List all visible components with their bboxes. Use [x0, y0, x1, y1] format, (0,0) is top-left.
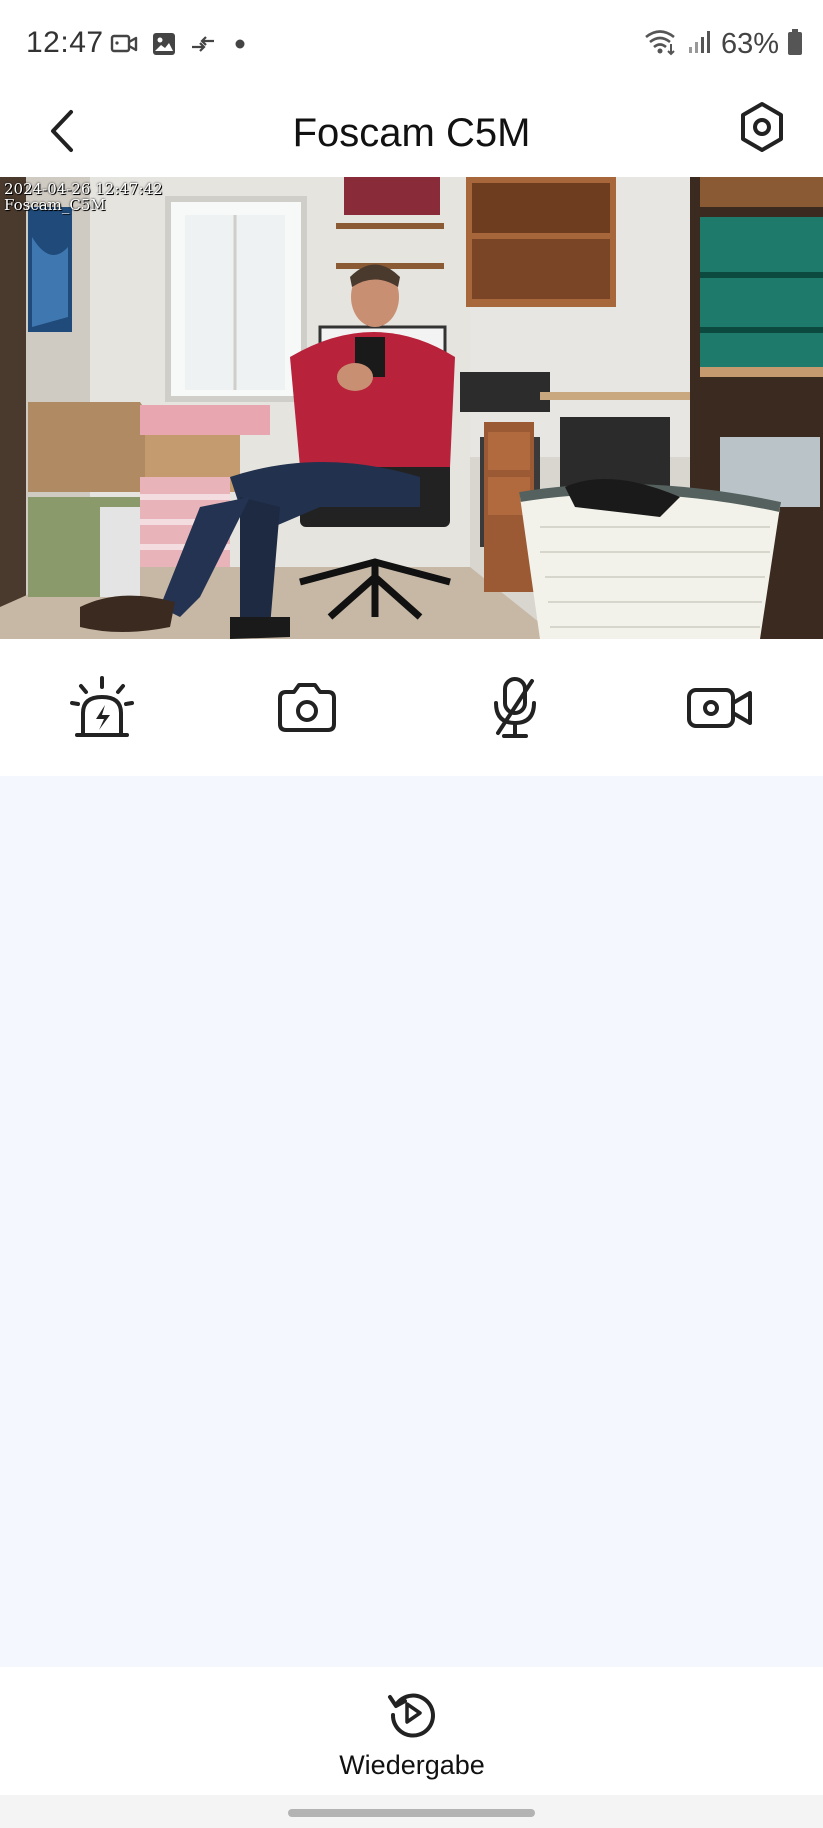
record-button[interactable]: [680, 670, 760, 750]
bottom-navigation: Wiedergabe: [0, 1667, 823, 1795]
playback-button[interactable]: Wiedergabe: [311, 1687, 513, 1787]
playback-label: Wiedergabe: [339, 1750, 485, 1780]
camera-controls: [0, 640, 823, 775]
video-recording-icon: [110, 33, 138, 60]
camera-scene: [0, 177, 823, 639]
signal-icon: [687, 29, 713, 60]
camera-live-screen: 12:47 63% Foscam C5M 2024-04-26 12:47:42…: [0, 0, 823, 1828]
status-time: 12:47: [26, 26, 104, 59]
content-area: [0, 776, 823, 1667]
status-bar: 12:47 63%: [0, 0, 823, 92]
microphone-muted-icon: [490, 675, 540, 746]
home-indicator[interactable]: [288, 1809, 535, 1817]
live-video-feed[interactable]: 2024-04-26 12:47:42 Foscam_C5M: [0, 177, 823, 639]
wifi-icon: [643, 28, 679, 61]
notification-icons: [110, 32, 250, 61]
snapshot-button[interactable]: [267, 670, 347, 750]
settings-hexagon-icon: [738, 101, 786, 158]
app-header: Foscam C5M: [0, 92, 823, 176]
siren-icon: [69, 675, 135, 746]
dot-icon: [230, 33, 250, 60]
video-timestamp: 2024-04-26 12:47:42: [4, 180, 163, 198]
video-overlay: 2024-04-26 12:47:42 Foscam_C5M: [4, 181, 163, 213]
settings-button[interactable]: [731, 98, 793, 160]
video-camera-name: Foscam_C5M: [4, 196, 106, 214]
camera-icon: [276, 680, 338, 741]
gallery-icon: [152, 32, 176, 61]
replay-icon: [386, 1687, 438, 1744]
system-status-icons: 63%: [643, 28, 803, 61]
video-camera-icon: [686, 685, 754, 736]
battery-icon: [787, 28, 803, 61]
battery-percentage: 63%: [720, 28, 779, 60]
page-title: Foscam C5M: [292, 111, 531, 155]
gesture-navigation-bar: [0, 1795, 823, 1828]
data-sync-icon: [190, 33, 216, 60]
microphone-button[interactable]: [475, 670, 555, 750]
siren-button[interactable]: [62, 670, 142, 750]
